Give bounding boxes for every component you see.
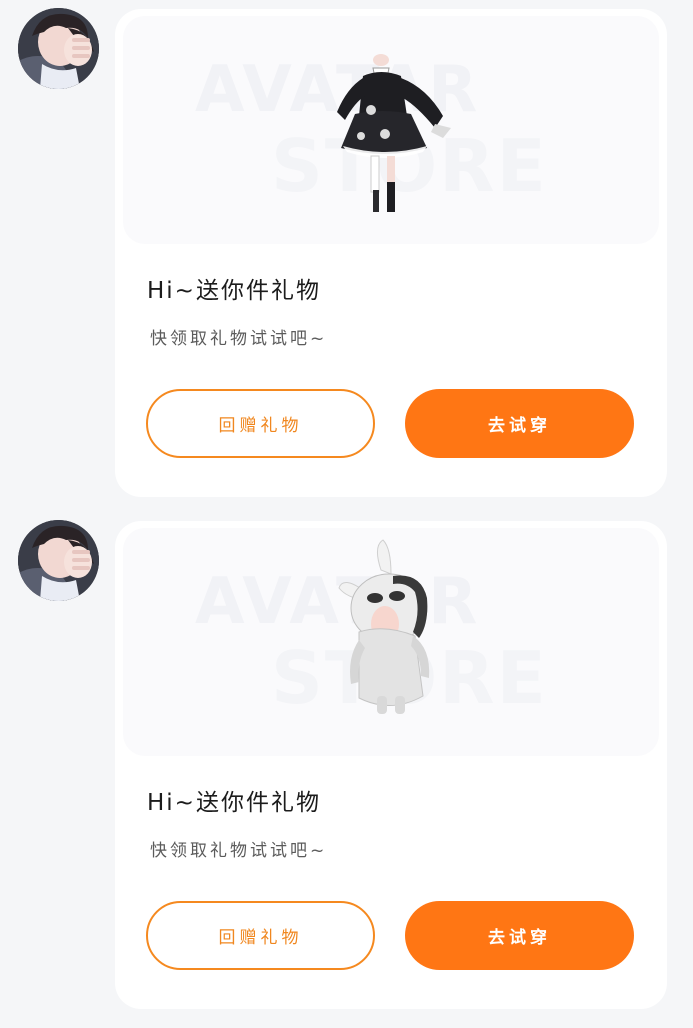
gift-banner: AVATAR STORE [123,16,659,244]
try-on-button[interactable]: 去试穿 [405,901,634,970]
gift-title: Hi~送你件礼物 [147,790,321,816]
message-feed: AVATAR STORE Hi~送你件礼物 快领取礼物试试吧~ 回赠礼物 去试穿… [0,0,693,1028]
gift-card: AVATAR STORE [115,521,667,1009]
gift-card: AVATAR STORE [115,9,667,497]
bunny-hood-outfit-icon[interactable] [303,528,483,756]
try-on-button[interactable]: 去试穿 [405,389,634,458]
gift-subtitle: 快领取礼物试试吧~ [150,841,328,861]
avatar[interactable] [18,8,99,89]
user-avatar-icon [18,520,99,601]
gift-subtitle: 快领取礼物试试吧~ [150,329,328,349]
gift-banner: AVATAR STORE [123,528,659,756]
avatar[interactable] [18,520,99,601]
return-gift-button[interactable]: 回赠礼物 [146,389,375,458]
user-avatar-icon [18,8,99,89]
return-gift-button[interactable]: 回赠礼物 [146,901,375,970]
gift-title: Hi~送你件礼物 [147,278,321,304]
black-dress-outfit-icon[interactable] [303,16,483,244]
